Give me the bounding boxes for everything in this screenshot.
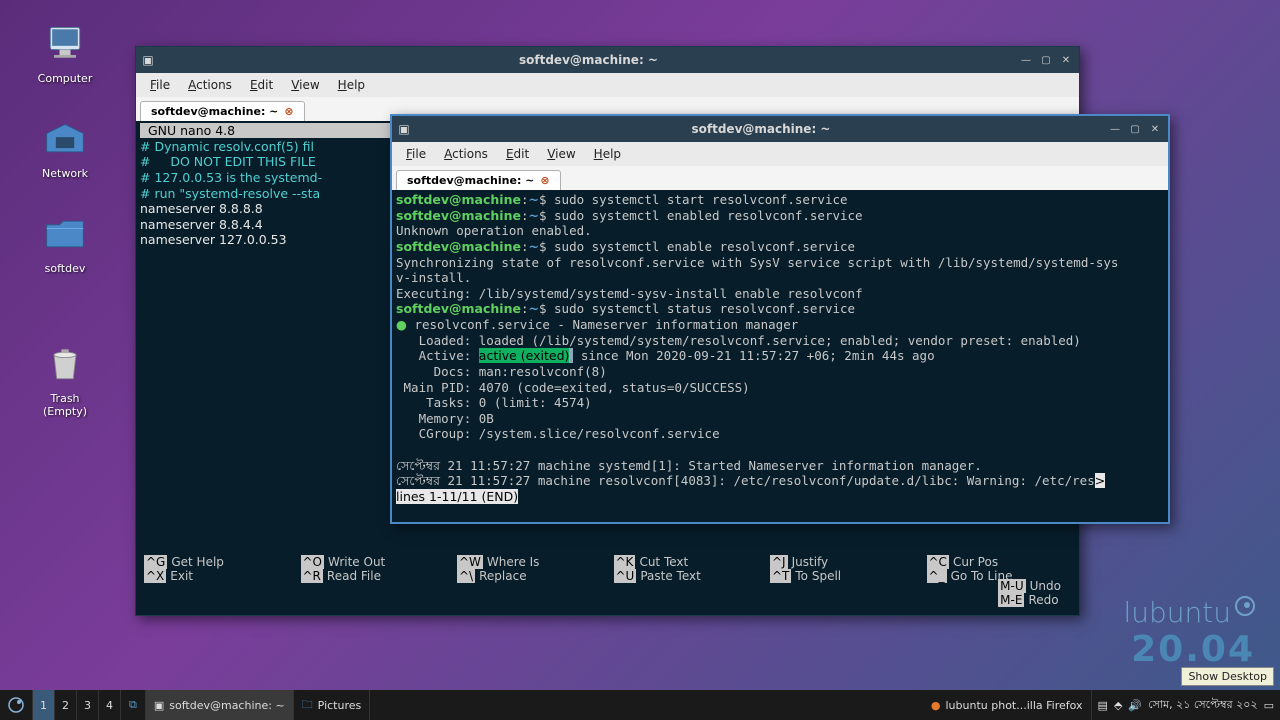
maximize-button[interactable]: ▢ <box>1037 51 1055 69</box>
minimize-button[interactable]: — <box>1106 120 1124 138</box>
menu-view[interactable]: View <box>283 75 327 95</box>
desktop-icon-network[interactable]: Network <box>30 115 100 180</box>
terminal-tab[interactable]: softdev@machine: ~ ⊗ <box>140 101 305 121</box>
network-icon <box>41 115 89 163</box>
folder-icon <box>41 210 89 258</box>
desktop-icon-trash[interactable]: Trash (Empty) <box>30 340 100 418</box>
taskbar-vscode[interactable]: ⧉ <box>121 690 146 720</box>
folder-icon: 🗀 <box>302 696 313 715</box>
window-title: softdev@machine: ~ <box>162 53 1015 67</box>
menu-view[interactable]: View <box>539 144 583 164</box>
trash-icon <box>41 340 89 388</box>
system-tray: ▤ ⬘ 🔊 সোম, ২১ সেপ্টেম্বর ২০২ ▭ <box>1092 696 1280 715</box>
menu-actions[interactable]: Actions <box>180 75 240 95</box>
taskbar-pictures[interactable]: 🗀Pictures <box>294 690 371 720</box>
desktop-icon-computer[interactable]: Computer <box>30 20 100 85</box>
network-tray-icon[interactable]: ⬘ <box>1114 699 1122 712</box>
nano-shortcuts: ^GGet Help^OWrite Out^WWhere Is^KCut Tex… <box>136 551 1079 587</box>
terminal-tab[interactable]: softdev@machine: ~ ⊗ <box>396 170 561 190</box>
menu-edit[interactable]: Edit <box>242 75 281 95</box>
titlebar[interactable]: ▣ softdev@machine: ~ — ▢ ✕ <box>392 116 1168 142</box>
maximize-button[interactable]: ▢ <box>1126 120 1144 138</box>
menu-file[interactable]: File <box>398 144 434 164</box>
terminal-icon: ▣ <box>396 121 412 137</box>
tab-close-icon[interactable]: ⊗ <box>284 105 293 118</box>
tab-close-icon[interactable]: ⊗ <box>540 174 549 187</box>
firefox-icon: ● <box>931 699 941 712</box>
taskbar-terminal[interactable]: ▣softdev@machine: ~ <box>146 690 294 720</box>
show-desktop-button[interactable]: ▭ <box>1264 699 1274 712</box>
workspace-2[interactable]: 2 <box>55 690 77 720</box>
close-button[interactable]: ✕ <box>1146 120 1164 138</box>
desktop-icon-label: Computer <box>30 72 100 85</box>
terminal-window-systemctl[interactable]: ▣ softdev@machine: ~ — ▢ ✕ File Actions … <box>390 114 1170 524</box>
close-button[interactable]: ✕ <box>1057 51 1075 69</box>
workspace-1[interactable]: 1 <box>33 690 55 720</box>
volume-icon[interactable]: 🔊 <box>1128 699 1142 712</box>
minimize-button[interactable]: — <box>1017 51 1035 69</box>
titlebar[interactable]: ▣ softdev@machine: ~ — ▢ ✕ <box>136 47 1079 73</box>
workspace-3[interactable]: 3 <box>77 690 99 720</box>
desktop-icon-label: softdev <box>30 262 100 275</box>
window-title: softdev@machine: ~ <box>418 122 1104 136</box>
tabbar: softdev@machine: ~ ⊗ <box>392 166 1168 190</box>
terminal-content[interactable]: softdev@machine:~$ sudo systemctl start … <box>392 190 1168 520</box>
desktop-icon-label: Network <box>30 167 100 180</box>
computer-icon <box>41 20 89 68</box>
terminal-icon: ▣ <box>140 52 156 68</box>
workspace-4[interactable]: 4 <box>99 690 121 720</box>
app-menu-button[interactable] <box>0 690 33 720</box>
menu-file[interactable]: File <box>142 75 178 95</box>
tray-icon[interactable]: ▤ <box>1098 699 1108 712</box>
desktop-icon-softdev[interactable]: softdev <box>30 210 100 275</box>
lubuntu-brand: lubuntu 20.04 <box>1123 596 1255 670</box>
menu-help[interactable]: Help <box>586 144 629 164</box>
menu-help[interactable]: Help <box>330 75 373 95</box>
show-desktop-tooltip: Show Desktop <box>1181 667 1274 686</box>
clock[interactable]: সোম, ২১ সেপ্টেম্বর ২০২ <box>1148 696 1257 715</box>
menu-actions[interactable]: Actions <box>436 144 496 164</box>
taskbar: 1 2 3 4 ⧉ ▣softdev@machine: ~ 🗀Pictures … <box>0 690 1280 720</box>
menubar: File Actions Edit View Help <box>136 73 1079 97</box>
menubar: File Actions Edit View Help <box>392 142 1168 166</box>
taskbar-firefox[interactable]: ●lubuntu phot...illa Firefox <box>923 690 1092 720</box>
desktop-icon-label: Trash (Empty) <box>30 392 100 418</box>
terminal-icon: ▣ <box>154 699 164 712</box>
menu-edit[interactable]: Edit <box>498 144 537 164</box>
